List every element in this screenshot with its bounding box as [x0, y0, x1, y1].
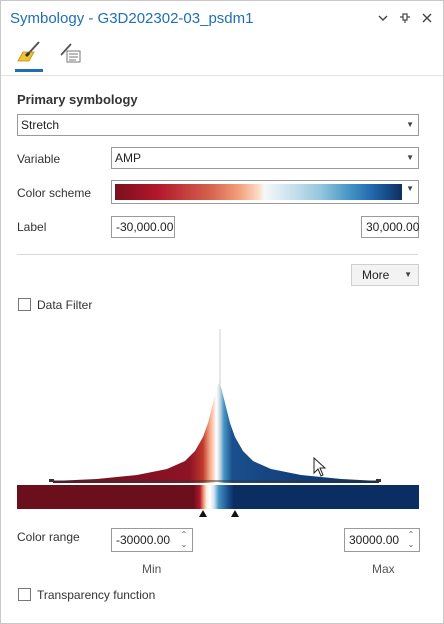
histogram-bars	[53, 383, 379, 483]
chevron-down-icon: ▼	[406, 184, 414, 193]
color-range-min-value: -30000.00	[116, 533, 171, 547]
min-caption: Min	[142, 562, 162, 576]
variable-dropdown[interactable]: AMP ▼	[111, 147, 419, 169]
spinner-arrows[interactable]: ⌃ ⌄	[179, 530, 189, 550]
histogram-left-handle	[49, 479, 54, 482]
label-label: Label	[17, 220, 47, 234]
symbology-tabs	[15, 39, 87, 72]
renderer-dropdown[interactable]: Stretch ▼	[17, 114, 419, 136]
secondary-symbology-tab[interactable]	[57, 39, 87, 71]
paintbrush-icon	[17, 41, 40, 62]
pane-title: Symbology - G3D202302-03_psdm1	[10, 10, 254, 27]
title-bar-controls	[377, 11, 433, 25]
more-button[interactable]: More ▼	[351, 264, 419, 286]
spinner-arrows[interactable]: ⌃ ⌄	[406, 530, 416, 550]
variable-label: Variable	[17, 152, 61, 166]
section-heading: Primary symbology	[17, 92, 138, 107]
list-edit-icon	[60, 43, 81, 63]
color-range-label: Color range	[17, 530, 80, 544]
chevron-down-icon: ▼	[406, 120, 414, 129]
variable-value: AMP	[115, 151, 142, 165]
histogram-color-bar	[17, 485, 419, 509]
close-icon[interactable]	[421, 11, 433, 25]
label-min-field[interactable]: -30,000.00	[111, 216, 175, 238]
color-range-max-value: 30000.00	[349, 533, 400, 547]
chevron-down-icon[interactable]	[377, 11, 389, 25]
transparency-label: Transparency function	[37, 588, 156, 602]
max-caption: Max	[372, 562, 395, 576]
data-filter-checkbox[interactable]	[18, 298, 31, 311]
min-stretch-handle[interactable]	[199, 510, 207, 517]
pane-title-bar: Symbology - G3D202302-03_psdm1	[1, 1, 443, 37]
label-max-field[interactable]: 30,000.00	[361, 216, 419, 238]
more-button-label: More	[362, 268, 390, 282]
transparency-checkbox[interactable]	[18, 588, 31, 601]
histogram-right-handle	[376, 479, 381, 482]
section-divider	[17, 254, 418, 255]
chevron-down-icon: ▼	[404, 270, 412, 279]
color-scheme-label: Color scheme	[17, 186, 92, 200]
data-filter-label: Data Filter	[37, 298, 93, 312]
color-scheme-ramp	[115, 184, 402, 200]
color-scheme-dropdown[interactable]: ▼	[111, 180, 419, 204]
mouse-pointer-icon	[313, 457, 327, 477]
symbology-pane: Symbology - G3D202302-03_psdm1 Primary s…	[0, 0, 444, 624]
chevron-down-icon: ▼	[406, 153, 414, 162]
renderer-value: Stretch	[21, 118, 60, 132]
tab-divider	[1, 75, 443, 76]
max-stretch-handle[interactable]	[231, 510, 239, 517]
color-range-min-field[interactable]: -30000.00 ⌃ ⌄	[111, 528, 193, 552]
pin-icon[interactable]	[399, 11, 411, 25]
primary-symbology-tab[interactable]	[15, 39, 45, 72]
color-range-max-field[interactable]: 30000.00 ⌃ ⌄	[344, 528, 420, 552]
